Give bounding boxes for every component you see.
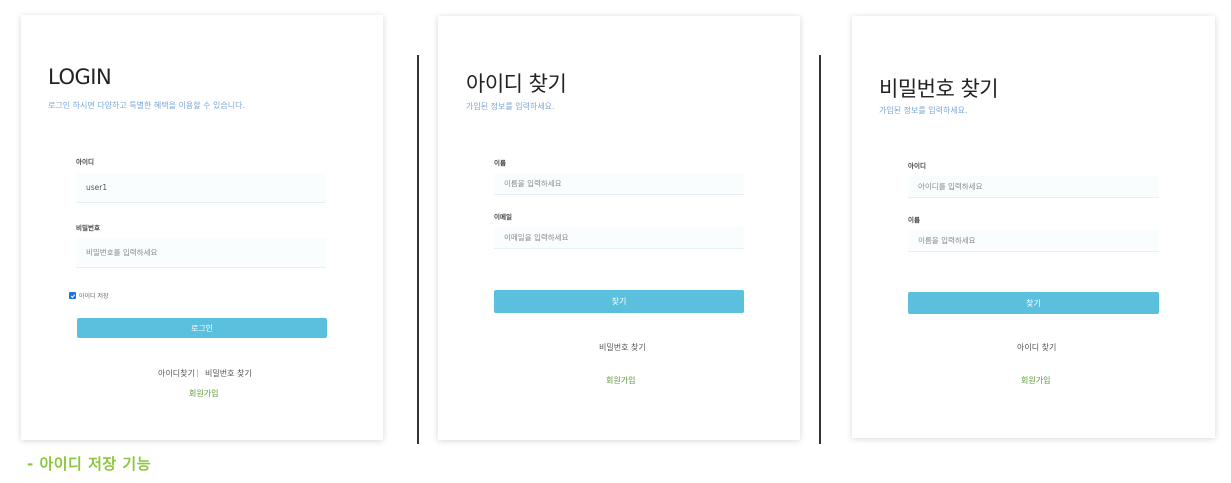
name-label: 이름 xyxy=(494,159,506,167)
password-input[interactable]: 비밀번호를 입력하세요 xyxy=(76,238,326,268)
email-input[interactable]: 이메일을 입력하세요 xyxy=(494,227,744,249)
email-label: 이메일 xyxy=(494,213,512,221)
login-button[interactable]: 로그인 xyxy=(77,318,327,338)
find-password-title: 비밀번호 찾기 xyxy=(879,77,999,101)
find-password-subtitle: 가입된 정보를 입력하세요. xyxy=(879,106,968,115)
find-password-button[interactable]: 찾기 xyxy=(908,292,1159,314)
find-id-button[interactable]: 찾기 xyxy=(494,290,744,313)
login-subtitle: 로그인 하시면 다양하고 특별한 혜택을 이용할 수 있습니다. xyxy=(48,101,245,110)
feature-caption: - 아이디 저장 기능 xyxy=(27,455,151,473)
divider-line xyxy=(819,55,821,444)
login-card: LOGIN 로그인 하시면 다양하고 특별한 혜택을 이용할 수 있습니다. 아… xyxy=(21,15,383,440)
find-id-title: 아이디 찾기 xyxy=(466,72,567,96)
name-label: 이름 xyxy=(908,216,920,224)
remember-id-checkbox[interactable] xyxy=(69,292,76,299)
id-input[interactable]: user1 xyxy=(76,173,326,203)
find-password-link[interactable]: 비밀번호 찾기 xyxy=(599,342,646,353)
find-id-link[interactable]: 아이디찾기 xyxy=(158,368,195,379)
id-label: 아이디 xyxy=(908,162,926,170)
signup-link[interactable]: 회원가입 xyxy=(606,375,635,386)
find-password-link[interactable]: 비밀번호 찾기 xyxy=(205,368,252,379)
login-title: LOGIN xyxy=(48,65,112,89)
find-id-subtitle: 가입된 정보를 입력하세요. xyxy=(466,102,555,111)
name-input[interactable]: 이름을 입력하세요 xyxy=(908,230,1159,252)
name-input[interactable]: 이름을 입력하세요 xyxy=(494,173,744,195)
find-id-link[interactable]: 아이디 찾기 xyxy=(1017,342,1056,353)
check-icon xyxy=(70,293,75,298)
find-password-card: 비밀번호 찾기 가입된 정보를 입력하세요. 아이디 아이디를 입력하세요 이름… xyxy=(852,16,1215,438)
id-input[interactable]: 아이디를 입력하세요 xyxy=(908,176,1159,198)
link-separator: | xyxy=(196,368,199,377)
divider-line xyxy=(417,55,419,444)
remember-id-label: 아이디 저장 xyxy=(79,293,109,300)
signup-link[interactable]: 회원가입 xyxy=(1021,375,1050,386)
password-label: 비밀번호 xyxy=(76,224,100,232)
find-id-card: 아이디 찾기 가입된 정보를 입력하세요. 이름 이름을 입력하세요 이메일 이… xyxy=(438,16,800,440)
id-label: 아이디 xyxy=(76,158,94,166)
signup-link[interactable]: 회원가입 xyxy=(189,388,218,399)
